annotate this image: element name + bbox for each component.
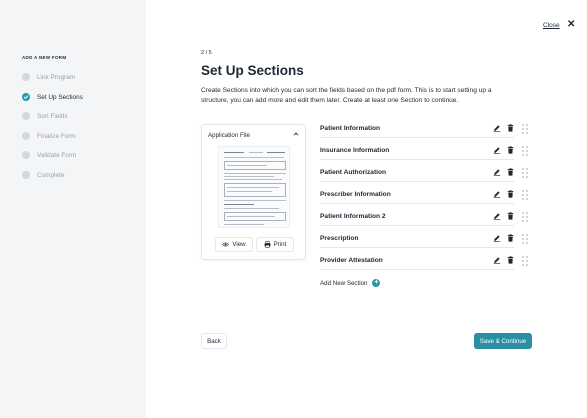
edit-icon[interactable] (493, 146, 501, 154)
edit-icon[interactable] (493, 212, 501, 220)
section-divider (320, 269, 514, 270)
pdf-thumbnail[interactable] (218, 146, 290, 228)
trash-icon[interactable] (507, 190, 514, 198)
step-label: Finalize Form (37, 132, 76, 140)
trash-icon[interactable] (507, 256, 514, 264)
step-label: Sort Fields (37, 112, 68, 120)
close-link[interactable]: Close (543, 22, 560, 29)
step-label: Validate Form (37, 151, 77, 159)
step-pending-icon (22, 112, 30, 120)
section-name: Patient Authorization (320, 169, 387, 176)
step-check-icon (22, 93, 30, 101)
section-name: Prescription (320, 235, 359, 242)
section-divider (320, 159, 514, 160)
page-title: Set Up Sections (201, 63, 304, 78)
section-name: Patient Information (320, 125, 381, 132)
section-name: Insurance Information (320, 147, 390, 154)
trash-icon[interactable] (507, 124, 514, 132)
step-finalize-form[interactable]: Finalize Form (22, 130, 76, 142)
section-divider (320, 181, 514, 182)
section-row[interactable]: Prescriber Information (320, 190, 530, 205)
step-label: Link Program (37, 73, 76, 81)
section-row[interactable]: Patient Information 2 (320, 212, 530, 227)
step-label: Complete (37, 171, 65, 179)
edit-icon[interactable] (493, 256, 501, 264)
view-button[interactable]: View (215, 237, 253, 252)
eye-icon (222, 242, 230, 247)
step-set-up-sections[interactable]: Set Up Sections (22, 91, 83, 103)
close-icon[interactable]: ✕ (567, 20, 575, 30)
trash-icon[interactable] (507, 212, 514, 220)
section-row[interactable]: Patient Authorization (320, 168, 530, 183)
add-section-label: Add New Section (320, 279, 368, 287)
save-continue-button[interactable]: Save & Continue (474, 333, 532, 349)
section-row[interactable]: Provider Attestation (320, 256, 530, 271)
trash-icon[interactable] (507, 168, 514, 176)
section-name: Patient Information 2 (320, 213, 386, 220)
edit-icon[interactable] (493, 234, 501, 242)
edit-icon[interactable] (493, 124, 501, 132)
sidebar-title: ADD A NEW FORM (22, 55, 67, 60)
step-link-program[interactable]: Link Program (22, 71, 75, 83)
section-row[interactable]: Patient Information (320, 124, 530, 139)
drag-handle-icon[interactable] (522, 234, 529, 246)
drag-handle-icon[interactable] (522, 124, 529, 136)
drag-handle-icon[interactable] (522, 212, 529, 224)
trash-icon[interactable] (507, 146, 514, 154)
printer-icon (264, 241, 271, 248)
edit-icon[interactable] (493, 190, 501, 198)
section-divider (320, 247, 514, 248)
section-name: Prescriber Information (320, 191, 391, 198)
step-complete[interactable]: Complete (22, 169, 64, 181)
trash-icon[interactable] (507, 234, 514, 242)
step-validate-form[interactable]: Validate Form (22, 149, 76, 161)
step-pending-icon (22, 151, 30, 159)
drag-handle-icon[interactable] (522, 190, 529, 202)
edit-icon[interactable] (493, 168, 501, 176)
print-button[interactable]: Print (256, 237, 294, 252)
step-pending-icon (22, 73, 30, 81)
step-label: Set Up Sections (37, 93, 83, 101)
add-new-section-button[interactable]: Add New Section + (320, 279, 381, 287)
step-pending-icon (22, 132, 30, 140)
section-divider (320, 203, 514, 204)
view-label: View (232, 241, 246, 248)
back-button[interactable]: Back (201, 333, 227, 349)
application-file-card: Application File View Print (201, 124, 306, 260)
chevron-up-icon[interactable] (293, 131, 299, 137)
section-name: Provider Attestation (320, 257, 383, 264)
sidebar: ADD A NEW FORM Link Program Set Up Secti… (0, 0, 146, 418)
page-description: Create Sections into which you can sort … (201, 87, 492, 104)
section-divider (320, 137, 514, 138)
step-pending-icon (22, 171, 30, 179)
section-divider (320, 225, 514, 226)
drag-handle-icon[interactable] (522, 256, 529, 268)
card-title: Application File (208, 132, 250, 139)
section-row[interactable]: Prescription (320, 234, 530, 249)
step-sort-fields[interactable]: Sort Fields (22, 110, 68, 122)
print-label: Print (273, 241, 287, 248)
section-row[interactable]: Insurance Information (320, 146, 530, 161)
drag-handle-icon[interactable] (522, 168, 529, 180)
step-counter: 2 / 5 (201, 50, 212, 56)
drag-handle-icon[interactable] (522, 146, 529, 158)
plus-icon: + (372, 279, 381, 287)
